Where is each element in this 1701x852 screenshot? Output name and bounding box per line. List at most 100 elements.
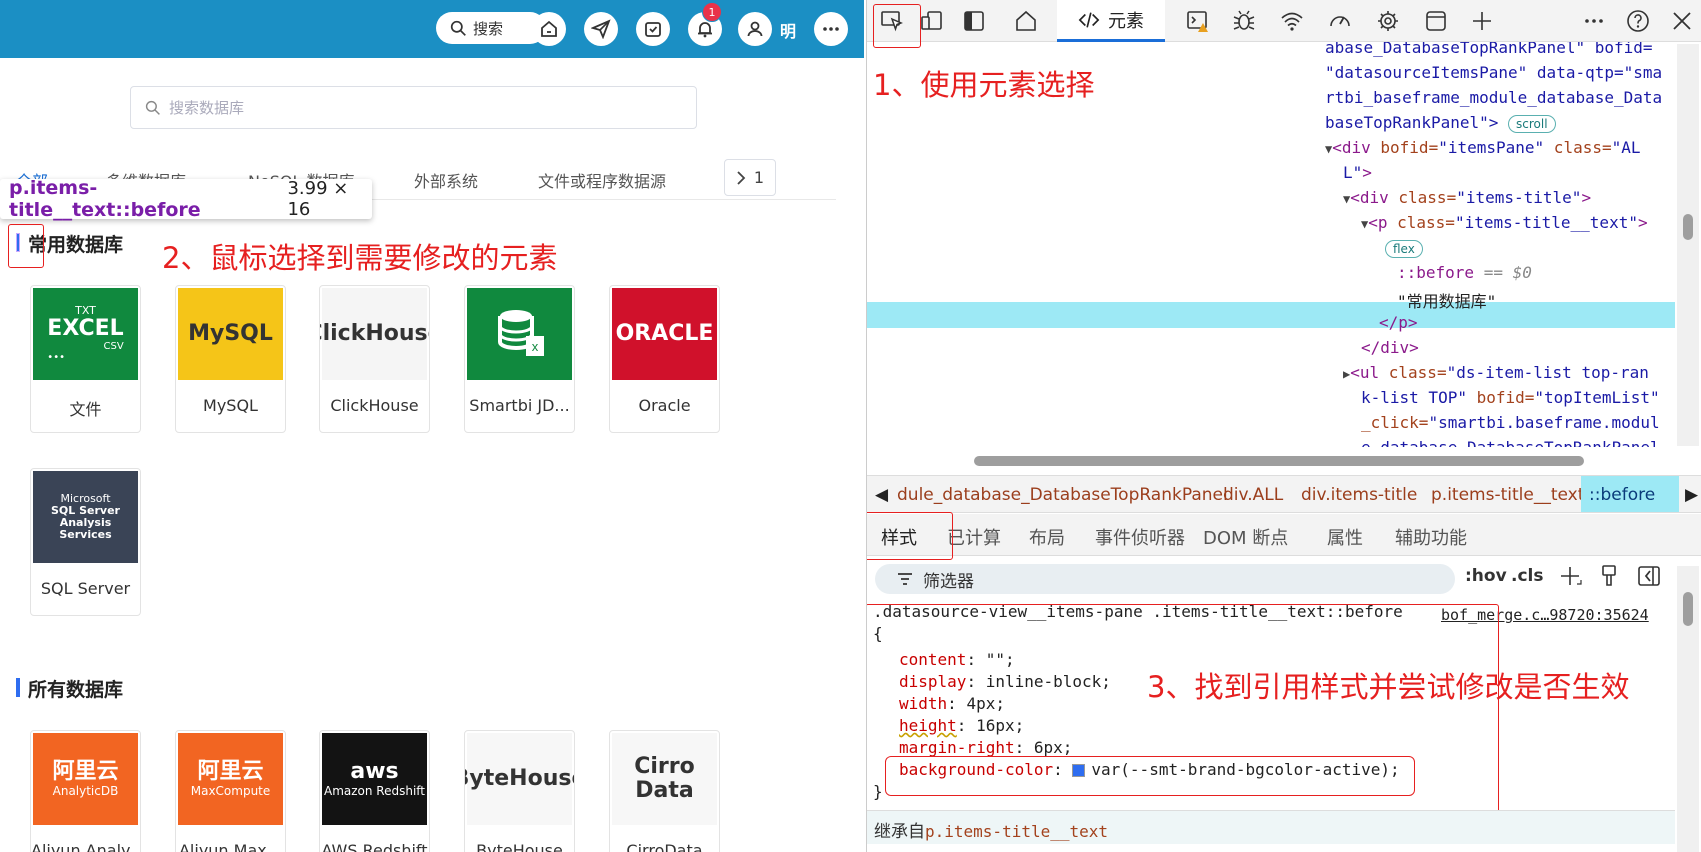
logo-text: EXCEL xyxy=(47,315,124,341)
sources-tab-button[interactable] xyxy=(1229,6,1259,36)
application-tab-button[interactable] xyxy=(1421,6,1451,36)
db-card-label: SQL Server xyxy=(40,579,131,598)
flex-badge[interactable]: flex xyxy=(1385,239,1423,258)
subtab-event-listeners[interactable]: 事件侦听器 xyxy=(1095,524,1185,550)
device-emulation-button[interactable] xyxy=(917,6,947,36)
filter-icon xyxy=(898,573,912,585)
logo-text: Cirro Data xyxy=(634,753,695,803)
console-warning-icon xyxy=(1187,11,1208,32)
breadcrumb-item[interactable]: dule_database_DatabaseTopRankPanel xyxy=(897,485,1228,505)
scrollbar-thumb[interactable] xyxy=(974,456,1584,466)
global-search-button[interactable]: 搜索 xyxy=(436,12,546,44)
db-card[interactable]: ORACLE Oracle xyxy=(609,285,720,433)
db-card[interactable]: MySQL MySQL xyxy=(175,285,286,433)
db-card[interactable]: aws Amazon Redshift AWS Redshift xyxy=(319,730,430,852)
breadcrumb-item[interactable]: div.items-title xyxy=(1301,485,1417,505)
subtab-accessibility[interactable]: 辅助功能 xyxy=(1395,524,1467,550)
inherit-selector[interactable]: p.items-title__text xyxy=(925,822,1108,841)
top-bar: 搜索 1 明 xyxy=(0,0,864,58)
user-avatar[interactable] xyxy=(738,12,772,46)
breadcrumb-scroll-left[interactable]: ◀ xyxy=(875,485,888,505)
db-card[interactable]: 阿里云 AnalyticDB Aliyun Analy... xyxy=(30,730,141,852)
text-node[interactable]: "常用数据库" xyxy=(1397,292,1496,311)
subtab-computed[interactable]: 已计算 xyxy=(947,524,1001,550)
subtab-dom-breakpoints[interactable]: DOM 断点 xyxy=(1203,524,1288,550)
paper-plane-icon xyxy=(591,19,611,39)
breadcrumb-item[interactable]: div.ALL xyxy=(1223,485,1283,505)
tab-external[interactable]: 外部系统 xyxy=(414,168,478,192)
styles-vertical-scrollbar[interactable] xyxy=(1677,566,1699,852)
tree-line: baseTopRankPanel"> xyxy=(1325,113,1499,132)
tooltip-size: 3.99 × 16 xyxy=(287,178,349,220)
elements-vertical-scrollbar[interactable] xyxy=(1677,44,1699,446)
db-card[interactable]: TXT EXCEL CSV ••• 文件 xyxy=(30,285,141,433)
tab-pager[interactable]: 1 xyxy=(724,159,776,196)
db-logo: 阿里云 AnalyticDB xyxy=(33,733,138,825)
db-logo: aws Amazon Redshift xyxy=(322,733,427,825)
elements-horizontal-scrollbar[interactable] xyxy=(879,452,1669,470)
screenshot: 搜索 1 明 搜索数据库 全部 多维数据库 NoSQL 数据库 外部系统 文件或… xyxy=(0,0,1701,852)
db-card-label: MySQL xyxy=(203,396,258,415)
subtab-properties[interactable]: 属性 xyxy=(1327,524,1363,550)
inherited-from-row: 继承自p.items-title__text xyxy=(867,810,1675,844)
logo-sub: AnalyticDB xyxy=(52,783,119,798)
smartbi-app-pane: 搜索 1 明 搜索数据库 全部 多维数据库 NoSQL 数据库 外部系统 文件或… xyxy=(0,0,864,852)
user-name[interactable]: 明 xyxy=(780,18,796,42)
section-marker xyxy=(16,678,20,697)
brush-icon[interactable] xyxy=(1599,564,1619,588)
subtab-layout[interactable]: 布局 xyxy=(1029,524,1065,550)
database-search-input[interactable]: 搜索数据库 xyxy=(130,86,697,129)
scrollbar-thumb[interactable] xyxy=(1683,592,1693,626)
scrollbar-thumb[interactable] xyxy=(1683,214,1693,240)
welcome-tab-button[interactable] xyxy=(1011,6,1041,36)
breadcrumb-scroll-right[interactable]: ▶ xyxy=(1685,485,1698,505)
memory-tab-button[interactable] xyxy=(1373,6,1403,36)
breadcrumb-item-active[interactable]: ::before xyxy=(1581,476,1679,512)
console-tab-button[interactable] xyxy=(1183,6,1213,36)
db-logo: 阿里云 MaxCompute xyxy=(178,733,283,825)
hov-toggle[interactable]: :hov xyxy=(1465,566,1507,586)
new-rule-icon[interactable] xyxy=(1559,564,1583,588)
help-icon xyxy=(1627,10,1649,32)
svg-text:x: x xyxy=(531,339,538,354)
network-tab-button[interactable] xyxy=(1277,6,1307,36)
scroll-badge[interactable]: scroll xyxy=(1508,114,1556,133)
db-card[interactable]: x Smartbi JD... xyxy=(464,285,575,433)
help-button[interactable] xyxy=(1623,6,1653,36)
db-card[interactable]: 阿里云 MaxCompute Aliyun Max... xyxy=(175,730,286,852)
toggle-sidebar-button[interactable] xyxy=(959,6,989,36)
db-card[interactable]: Cirro Data CirroData xyxy=(609,730,720,852)
db-logo: Cirro Data xyxy=(612,733,717,825)
tab-file-program[interactable]: 文件或程序数据源 xyxy=(538,168,666,192)
logo-text: 阿里云 xyxy=(52,759,119,785)
global-search-label: 搜索 xyxy=(473,19,504,38)
tab-elements[interactable]: 元素 xyxy=(1057,0,1165,42)
breadcrumb-item[interactable]: p.items-title__text xyxy=(1431,485,1584,505)
close-icon xyxy=(1673,12,1691,30)
send-button[interactable] xyxy=(584,12,618,46)
tasks-button[interactable] xyxy=(636,12,670,46)
toggle-computed-sidebar-icon[interactable] xyxy=(1637,565,1661,587)
annotation-step3: 3、找到引用样式并尝试修改是否生效 xyxy=(1147,670,1630,704)
selected-node-row[interactable] xyxy=(867,302,1675,328)
db-card[interactable]: ClickHouse ClickHouse xyxy=(319,285,430,433)
tree-tag: > xyxy=(1581,188,1592,207)
tree-tag: </div> xyxy=(1361,338,1419,357)
more-tools-button[interactable] xyxy=(1467,6,1497,36)
inspect-tooltip: p.items-title__text::before 3.99 × 16 xyxy=(0,177,372,221)
customize-menu-button[interactable] xyxy=(1579,6,1609,36)
before-pseudo-node[interactable]: ::before xyxy=(1397,263,1474,282)
db-card[interactable]: ByteHouse ByteHouse xyxy=(464,730,575,852)
db-card[interactable]: Microsoft SQL Server Analysis Services SQL… xyxy=(30,468,141,616)
ellipsis-icon xyxy=(823,27,839,31)
styles-filter-input[interactable]: 筛选器 xyxy=(875,564,1455,594)
logo-text: ORACLE xyxy=(615,320,714,346)
db-logo: Microsoft SQL Server Analysis Services xyxy=(33,471,138,563)
close-devtools-button[interactable] xyxy=(1667,6,1697,36)
chevron-right-icon xyxy=(737,170,746,185)
more-button[interactable] xyxy=(814,12,848,46)
db-logo: TXT EXCEL CSV ••• xyxy=(33,288,138,380)
performance-tab-button[interactable] xyxy=(1325,6,1355,36)
cls-toggle[interactable]: .cls xyxy=(1511,566,1543,586)
home-button[interactable] xyxy=(532,12,566,46)
